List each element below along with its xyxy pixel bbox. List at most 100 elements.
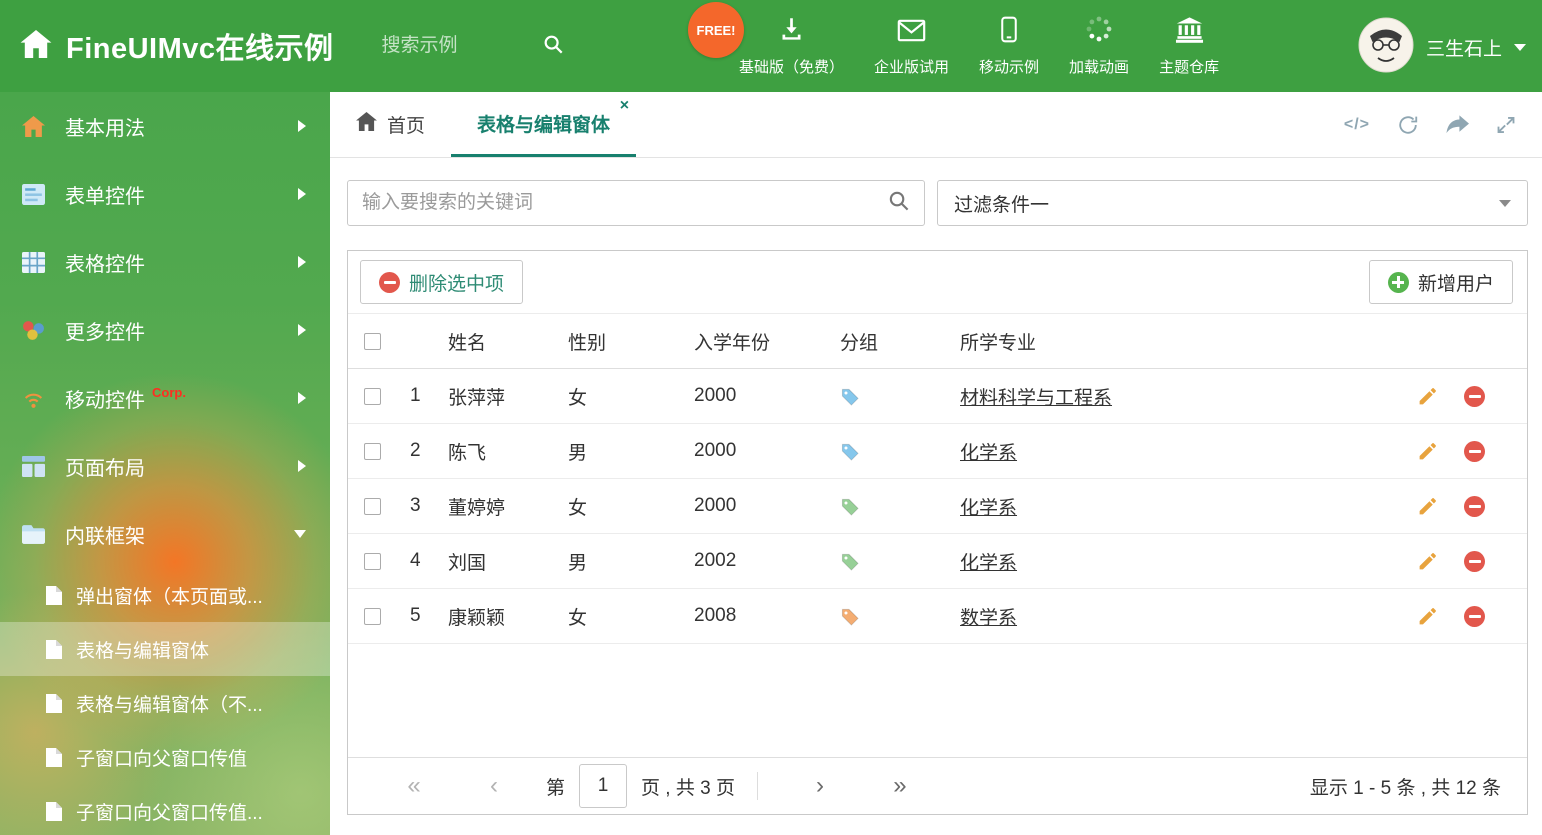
sidebar-item-basic-usage[interactable]: 基本用法 <box>0 92 330 160</box>
tag-icon[interactable] <box>840 497 859 516</box>
edit-icon[interactable] <box>1417 551 1438 572</box>
edit-icon[interactable] <box>1417 386 1438 407</box>
file-icon <box>46 639 62 659</box>
download-icon <box>778 16 805 48</box>
delete-row-icon[interactable] <box>1464 385 1485 407</box>
avatar <box>1358 17 1414 78</box>
edit-icon[interactable] <box>1417 496 1438 517</box>
sidebar-item-page-layout[interactable]: 页面布局 <box>0 432 330 500</box>
major-link[interactable]: 化学系 <box>960 443 1017 464</box>
header-search <box>381 33 592 60</box>
tab-home[interactable]: 首页 <box>330 92 451 157</box>
cell-actions <box>1417 605 1527 627</box>
table-icon <box>22 251 50 273</box>
add-user-label: 新增用户 <box>1417 273 1494 295</box>
prev-page-button[interactable]: ‹ <box>454 772 534 800</box>
sidebar-item-more-controls[interactable]: 更多控件 <box>0 296 330 364</box>
delete-selected-button[interactable]: 删除选中项 <box>360 260 524 304</box>
header-search-input[interactable] <box>381 35 542 57</box>
row-checkbox[interactable] <box>364 607 381 625</box>
filter-select[interactable]: 过滤条件一 <box>937 180 1528 226</box>
cell-gender: 女 <box>568 497 588 519</box>
nav-item-basic-version[interactable]: 基础版（免费） <box>724 13 859 77</box>
row-number: 1 <box>410 385 421 406</box>
row-checkbox[interactable] <box>364 442 381 460</box>
delete-row-icon[interactable] <box>1464 605 1485 627</box>
free-badge: FREE! <box>688 2 744 58</box>
tag-icon[interactable] <box>840 442 859 461</box>
tag-icon[interactable] <box>840 552 859 571</box>
tab-tools: </> <box>1344 92 1542 157</box>
major-link[interactable]: 化学系 <box>960 553 1017 574</box>
cell-major: 数学系 <box>960 603 1417 630</box>
major-link[interactable]: 材料科学与工程系 <box>960 388 1112 409</box>
source-code-icon[interactable]: </> <box>1344 116 1370 134</box>
sidebar-subitem-child-to-parent[interactable]: 子窗口向父窗口传值 <box>0 730 330 784</box>
edit-icon[interactable] <box>1417 441 1438 462</box>
file-icon <box>46 693 62 713</box>
sidebar-subitem-popup-window[interactable]: 弹出窗体（本页面或... <box>0 568 330 622</box>
sidebar-subitem-child-to-parent-2[interactable]: 子窗口向父窗口传值... <box>0 784 330 835</box>
cell-major: 化学系 <box>960 548 1417 575</box>
row-number: 3 <box>410 495 421 516</box>
tag-icon[interactable] <box>840 607 859 626</box>
delete-row-icon[interactable] <box>1464 495 1485 517</box>
layout-icon <box>22 455 50 477</box>
plus-circle-icon <box>1387 271 1409 293</box>
delete-row-icon[interactable] <box>1464 550 1485 572</box>
wireless-icon <box>22 388 50 409</box>
bank-icon <box>1175 16 1204 48</box>
sidebar-subitem-grid-edit-window[interactable]: 表格与编辑窗体 <box>0 622 330 676</box>
user-name: 三生石上 <box>1425 39 1502 60</box>
tag-icon[interactable] <box>840 387 859 406</box>
mobile-icon <box>997 16 1021 48</box>
row-checkbox[interactable] <box>364 387 381 405</box>
tab-grid-edit-window[interactable]: 表格与编辑窗体 × <box>451 92 637 157</box>
sidebar-subitem-label: 子窗口向父窗口传值... <box>76 802 263 824</box>
tab-bar: 首页 表格与编辑窗体 × </> <box>330 92 1542 158</box>
sidebar-subitem-label: 表格与编辑窗体 <box>76 640 210 662</box>
chevron-right-icon <box>298 460 306 472</box>
sidebar-item-label: 表单控件 <box>65 185 145 208</box>
cell-name: 康颖颖 <box>448 607 506 629</box>
search-icon[interactable] <box>887 189 910 217</box>
page-label-pre: 第 <box>546 777 566 799</box>
last-page-button[interactable]: » <box>860 772 940 800</box>
sidebar-item-mobile-controls[interactable]: 移动控件 Corp. <box>0 364 330 432</box>
user-menu[interactable]: 三生石上 <box>1358 17 1526 78</box>
first-page-button[interactable]: « <box>374 772 454 800</box>
close-icon[interactable]: × <box>620 98 629 114</box>
sidebar-subitem-label: 子窗口向父窗口传值 <box>76 748 248 770</box>
add-user-button[interactable]: 新增用户 <box>1368 260 1513 304</box>
delete-selected-label: 删除选中项 <box>409 273 505 295</box>
nav-item-theme-store[interactable]: 主题仓库 <box>1144 13 1234 77</box>
row-checkbox[interactable] <box>364 497 381 515</box>
expand-icon[interactable] <box>1496 115 1516 135</box>
delete-row-icon[interactable] <box>1464 440 1485 462</box>
refresh-icon[interactable] <box>1397 114 1419 136</box>
file-icon <box>46 585 62 605</box>
sidebar-item-form-controls[interactable]: 表单控件 <box>0 160 330 228</box>
sidebar-item-iframe[interactable]: 内联框架 <box>0 500 330 568</box>
app-title: FineUIMvc在线示例 <box>66 33 334 65</box>
row-checkbox[interactable] <box>364 552 381 570</box>
nav-label: 加载动画 <box>1069 59 1130 76</box>
keyword-search-input[interactable] <box>362 192 887 214</box>
cell-actions <box>1417 495 1527 517</box>
major-link[interactable]: 数学系 <box>960 608 1017 629</box>
search-icon[interactable] <box>542 33 564 60</box>
share-icon[interactable] <box>1446 114 1469 135</box>
major-link[interactable]: 化学系 <box>960 498 1017 519</box>
nav-item-loading-animation[interactable]: 加载动画 <box>1054 13 1144 77</box>
edit-icon[interactable] <box>1417 606 1438 627</box>
sidebar-item-grid-controls[interactable]: 表格控件 <box>0 228 330 296</box>
brand[interactable]: FineUIMvc在线示例 <box>0 25 334 67</box>
nav-item-enterprise-trial[interactable]: 企业版试用 <box>859 13 964 77</box>
nav-item-mobile-demo[interactable]: 移动示例 <box>964 13 1054 77</box>
page-number-input[interactable] <box>579 764 628 808</box>
sidebar-subitem-grid-edit-window-2[interactable]: 表格与编辑窗体（不... <box>0 676 330 730</box>
next-page-button[interactable]: › <box>780 772 860 800</box>
app-header: FineUIMvc在线示例 FREE! 基础版（免费） 企业版试用 移动示例 <box>0 0 1542 92</box>
sidebar-item-label: 更多控件 <box>65 321 145 344</box>
select-all-checkbox[interactable] <box>364 332 381 350</box>
